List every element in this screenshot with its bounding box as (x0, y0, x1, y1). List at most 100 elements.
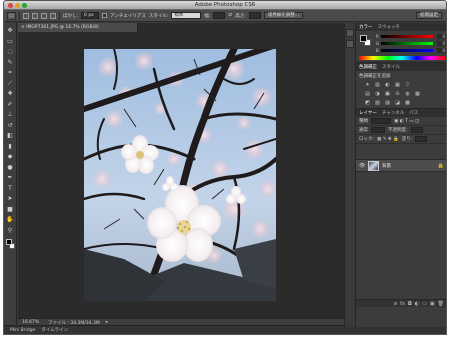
shape-tool-icon[interactable]: ■ (6, 206, 15, 214)
adjustment-icon[interactable]: ▦ (414, 91, 421, 97)
filter-kind-select[interactable] (371, 118, 391, 124)
blue-track[interactable] (381, 49, 433, 52)
image-canvas[interactable] (84, 49, 276, 301)
tab-channels[interactable]: チャンネル (382, 110, 404, 116)
tab-color[interactable]: カラー (359, 24, 373, 30)
adjustment-icon[interactable]: ◪ (394, 100, 401, 106)
workspace-switcher[interactable]: 初期設定 (416, 12, 442, 19)
lasso-tool-icon[interactable]: ◌ (6, 48, 15, 56)
crop-tool-icon[interactable]: ⌗ (6, 69, 15, 77)
tab-swatches[interactable]: スウォッチ (378, 24, 401, 30)
adjustment-icon[interactable]: ▩ (404, 100, 411, 106)
adjustment-icon[interactable]: ◍ (404, 91, 411, 97)
opacity-input[interactable] (410, 127, 423, 133)
adjustment-icon[interactable]: ◑ (374, 91, 381, 97)
layers-footer-icon[interactable]: ◐ (415, 301, 419, 307)
new-selection-icon[interactable] (23, 12, 29, 19)
properties-panel-icon[interactable] (346, 40, 354, 48)
adjustment-icon[interactable]: ▨ (384, 100, 391, 106)
zoom-tool-icon[interactable]: ⚲ (6, 227, 15, 235)
adjustment-icon[interactable]: ⊙ (394, 91, 401, 97)
layer-row-background[interactable]: 👁 背景 🔒 (356, 159, 446, 172)
subtract-selection-icon[interactable] (41, 12, 47, 19)
adjustment-icon[interactable]: ◩ (364, 100, 371, 106)
adjustment-icon[interactable]: ◐ (384, 82, 391, 88)
adjustment-icon[interactable]: ▦ (394, 82, 401, 88)
color-spectrum-bar[interactable] (359, 56, 445, 60)
tab-paths[interactable]: パス (409, 110, 418, 116)
dodge-tool-icon[interactable]: ● (6, 164, 15, 172)
gradient-tool-icon[interactable]: ▮ (6, 143, 15, 151)
eyedropper-tool-icon[interactable]: ⟋ (6, 80, 15, 88)
pen-tool-icon[interactable]: ✒ (6, 174, 15, 182)
layers-footer-icon[interactable]: fx (400, 301, 405, 307)
tab-layers[interactable]: レイヤー (359, 110, 377, 116)
hand-tool-icon[interactable]: ✋ (6, 216, 15, 224)
adjustment-icon[interactable]: ☀ (364, 82, 371, 88)
tab-mini-bridge[interactable]: Mini Bridge (10, 328, 35, 333)
type-tool-icon[interactable]: T (6, 185, 15, 193)
document-tab[interactable]: × IMGP7361.JPG @ 16.7% (RGB/8) (18, 23, 138, 32)
foreground-color[interactable] (5, 238, 12, 245)
tab-styles[interactable]: スタイル (382, 64, 400, 70)
fill-input[interactable] (415, 136, 428, 142)
adjustment-icon[interactable]: ▥ (374, 82, 381, 88)
layers-panel-tabs: レイヤー チャンネル パス (356, 109, 446, 117)
clone-stamp-tool-icon[interactable]: ⊥ (6, 111, 15, 119)
adjustment-icon[interactable]: ▽ (404, 82, 411, 88)
tool-preset-picker[interactable]: ▭ (7, 11, 16, 20)
blur-tool-icon[interactable]: ◆ (6, 153, 15, 161)
adjustment-icon[interactable]: ▣ (384, 91, 391, 97)
visibility-eye-icon[interactable]: 👁 (359, 163, 365, 169)
marquee-tool-icon[interactable]: ▭ (6, 38, 15, 46)
red-track[interactable] (381, 35, 433, 38)
width-input[interactable] (213, 12, 226, 19)
photo-plum-blossom (84, 49, 276, 301)
blend-mode-dropdown[interactable] (371, 127, 385, 133)
intersect-selection-icon[interactable] (50, 12, 56, 19)
blend-mode-select[interactable]: 通常 (359, 127, 368, 133)
style-select[interactable]: 標準 (171, 12, 202, 19)
lock-row: ロック: ▦ ✎ ✥ 🔒 塗り: (356, 135, 446, 144)
swap-icon[interactable]: ⇄ (228, 13, 232, 18)
blue-value[interactable]: 0 (437, 48, 446, 53)
adjustments-panel: 色調補正を追加 ☀ ▥ ◐ ▦ ▽ ▤ ◑ ▣ ⊙ ◍ ▦ ◩ ▧ ▨ ◪ ▩ (356, 71, 446, 109)
tab-adjustments[interactable]: 色調補正 (359, 64, 377, 70)
color-panel-tabs: カラー スウォッチ (356, 23, 446, 31)
antialias-checkbox[interactable] (102, 13, 108, 18)
quick-select-tool-icon[interactable]: ✎ (6, 59, 15, 67)
antialias-label: アンチエイリアス (110, 13, 146, 19)
tab-timeline[interactable]: タイムライン (41, 327, 68, 333)
red-value[interactable]: 0 (437, 34, 446, 39)
blue-slider[interactable]: B 0 (376, 48, 446, 53)
filter-kind-label[interactable]: 種類 (359, 118, 368, 124)
filter-icons[interactable]: ▣ ◐ T ▭ ◫ (394, 119, 419, 124)
eraser-tool-icon[interactable]: ◧ (6, 132, 15, 140)
history-brush-tool-icon[interactable]: ↺ (6, 122, 15, 130)
panel-foreground-color[interactable] (360, 35, 367, 42)
adjustment-icon[interactable]: ▧ (374, 100, 381, 106)
adjustment-icon[interactable]: ▤ (364, 91, 371, 97)
lock-options-icons[interactable]: ▦ ✎ ✥ 🔒 (377, 137, 399, 142)
green-slider[interactable]: G 0 (376, 41, 446, 46)
layers-footer-icon[interactable]: ▭ (422, 301, 427, 307)
green-track[interactable] (381, 42, 433, 45)
blue-label: B (376, 48, 379, 53)
path-select-tool-icon[interactable]: ➤ (6, 195, 15, 203)
layers-footer-icon[interactable]: ɞ (394, 301, 397, 307)
refine-edge-button[interactable]: 境界線を調整... (263, 12, 304, 19)
marquee-icon: ▭ (9, 12, 14, 19)
layers-footer-icon[interactable]: 🗑 (438, 301, 444, 307)
healing-tool-icon[interactable]: ✚ (6, 90, 15, 98)
green-value[interactable]: 0 (437, 41, 446, 46)
red-slider[interactable]: R 0 (376, 34, 446, 39)
move-tool-icon[interactable]: ✥ (6, 27, 15, 35)
feather-input[interactable]: 0 px (81, 12, 100, 19)
height-input[interactable] (248, 12, 261, 19)
history-panel-icon[interactable] (346, 29, 354, 37)
layers-footer-icon[interactable]: ◘ (408, 301, 412, 307)
brush-tool-icon[interactable]: ✐ (6, 101, 15, 109)
add-selection-icon[interactable] (32, 12, 38, 19)
layers-footer-icon[interactable]: ▣ (430, 301, 435, 307)
layer-name[interactable]: 背景 (382, 163, 435, 169)
